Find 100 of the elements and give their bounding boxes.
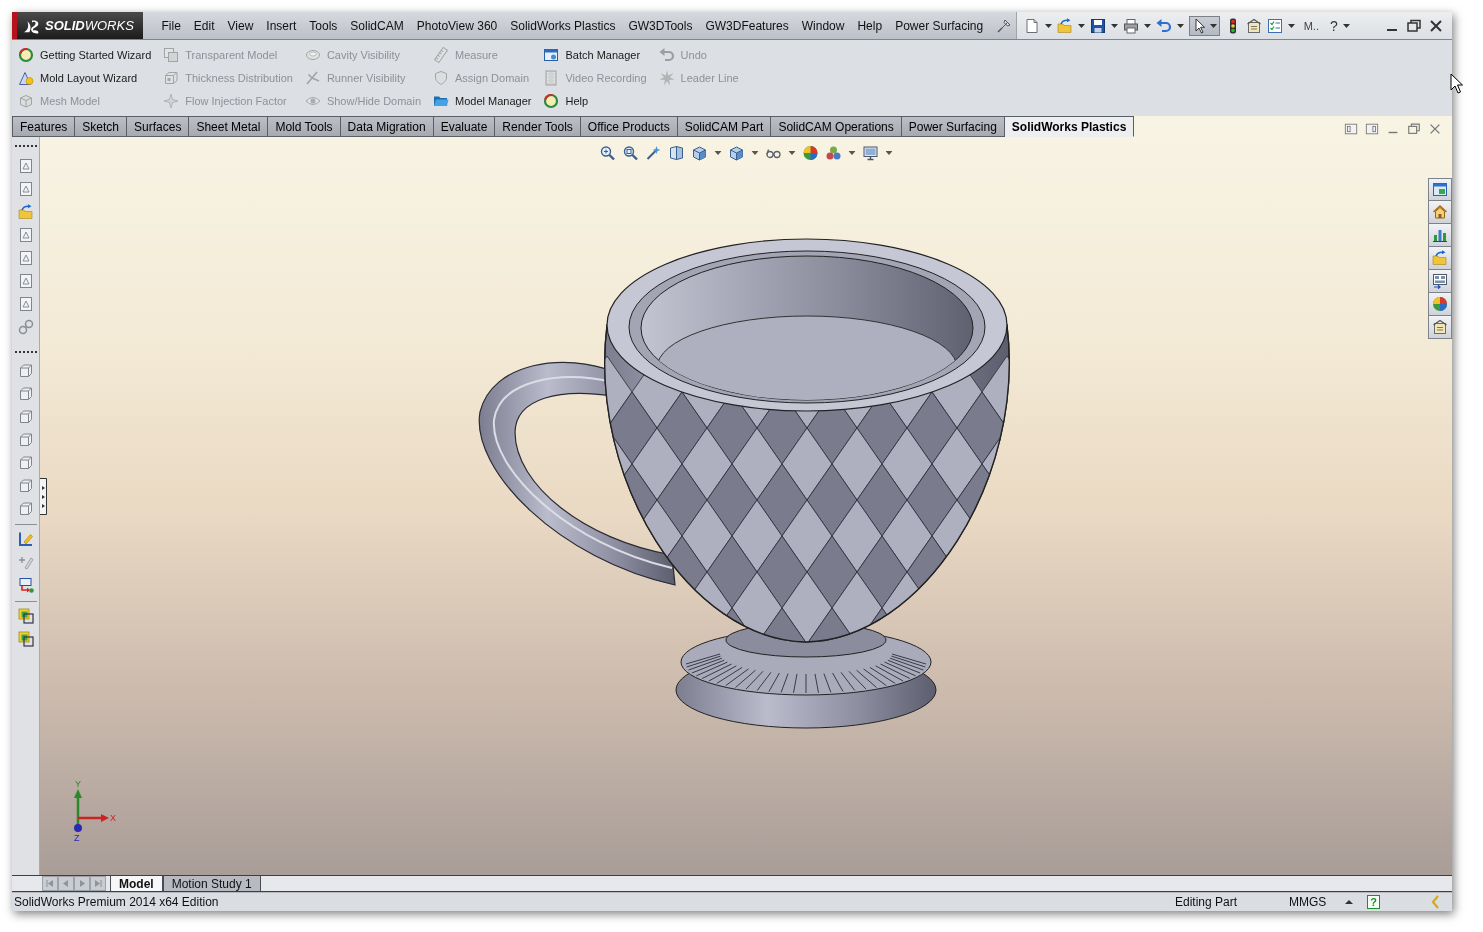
cube-icon[interactable]	[691, 145, 708, 161]
menu-item[interactable]: Insert	[259, 18, 303, 33]
document-icon[interactable]	[1023, 17, 1040, 34]
pencil-icon[interactable]	[17, 531, 34, 547]
command-tab[interactable]: Features	[12, 116, 76, 137]
caret-icon[interactable]	[1342, 23, 1350, 28]
command-tab[interactable]: Sketch	[75, 116, 128, 137]
magnifier-icon[interactable]	[622, 145, 639, 161]
menu-item[interactable]: Power Surfacing	[888, 18, 990, 33]
folder-icon[interactable]	[1056, 17, 1073, 34]
command-tab[interactable]: Surfaces	[127, 116, 190, 137]
cube-icon[interactable]	[17, 409, 34, 425]
magnifier-icon[interactable]	[599, 145, 616, 161]
tile-icon[interactable]	[1344, 121, 1358, 137]
menu-item[interactable]: SolidWorks Plastics	[503, 18, 622, 33]
notepad-icon[interactable]	[1245, 17, 1262, 34]
select-button[interactable]	[1188, 15, 1220, 36]
command-tab[interactable]: SolidCAM Part	[677, 116, 772, 137]
command-tab[interactable]: Power Surfacing	[901, 116, 1005, 137]
command-tab[interactable]: Mold Tools	[268, 116, 341, 137]
task-pane-tab[interactable]	[1428, 270, 1452, 293]
cube-icon[interactable]	[728, 145, 745, 161]
spheres-icon[interactable]	[825, 145, 842, 161]
cube-icon[interactable]	[17, 501, 34, 517]
layers-icon[interactable]	[17, 608, 34, 624]
book-icon[interactable]	[668, 145, 685, 161]
help-button[interactable]: ?	[1367, 895, 1380, 909]
ribbon-command[interactable]: Model Manager	[433, 89, 532, 112]
page-icon[interactable]	[17, 227, 34, 243]
command-tab[interactable]: Data Migration	[340, 116, 434, 137]
task-pane-tab[interactable]	[1428, 293, 1452, 316]
pin-icon[interactable]	[995, 17, 1012, 34]
cube-icon[interactable]	[17, 432, 34, 448]
arrow-icon[interactable]	[17, 577, 34, 593]
task-pane-tab[interactable]	[1428, 316, 1452, 339]
cube-icon[interactable]	[17, 455, 34, 471]
ring-icon	[18, 46, 34, 63]
ribbon-command[interactable]: Help	[543, 89, 647, 112]
restore-icon[interactable]	[1406, 17, 1422, 34]
caret-icon[interactable]	[1077, 23, 1085, 28]
cube-icon[interactable]	[17, 363, 34, 379]
page-icon[interactable]	[17, 273, 34, 289]
toolbar-menu[interactable]: M..	[1303, 19, 1319, 32]
caret-icon[interactable]	[1110, 23, 1118, 28]
menu-item[interactable]: Help	[850, 18, 889, 33]
command-tab[interactable]: Evaluate	[433, 116, 496, 137]
menu-item[interactable]: Window	[795, 18, 851, 33]
tile-icon[interactable]	[1365, 121, 1379, 137]
wand-icon[interactable]	[645, 145, 662, 161]
caret-icon[interactable]	[1176, 23, 1184, 28]
document-tab[interactable]: Model	[110, 876, 163, 891]
printer-icon[interactable]	[1122, 17, 1139, 34]
caret-up-icon[interactable]	[1345, 900, 1353, 904]
layers-icon[interactable]	[17, 631, 34, 647]
save-icon[interactable]	[1089, 17, 1106, 34]
caret-icon[interactable]	[1143, 23, 1151, 28]
checklist-icon[interactable]	[1266, 17, 1283, 34]
menu-item[interactable]: GW3DFeatures	[698, 18, 796, 33]
ribbon-command[interactable]: Getting Started Wizard	[18, 43, 152, 66]
flyout-handle-icon[interactable]	[40, 478, 47, 515]
sphere-icon	[1432, 296, 1448, 312]
task-pane-tab[interactable]	[1428, 224, 1452, 247]
ribbon-command[interactable]: Mold Layout Wizard	[18, 66, 152, 89]
command-tab[interactable]: Render Tools	[495, 116, 581, 137]
menu-item[interactable]: File	[155, 18, 188, 33]
caret-icon[interactable]	[788, 151, 796, 155]
task-pane-tab[interactable]	[1428, 178, 1452, 201]
help-button[interactable]: ?	[1329, 17, 1338, 34]
caret-icon[interactable]	[1287, 23, 1295, 28]
caret-icon[interactable]	[848, 151, 856, 155]
caret-icon[interactable]	[885, 151, 893, 155]
page-icon[interactable]	[17, 296, 34, 312]
ribbon-command[interactable]: Batch Manager	[543, 43, 647, 66]
units-indicator[interactable]: MMGS	[1289, 895, 1345, 909]
task-pane-tab[interactable]	[1428, 201, 1452, 224]
monitor-icon[interactable]	[862, 145, 879, 161]
sphere-icon[interactable]	[802, 145, 819, 161]
menu-item[interactable]: Tools	[302, 18, 344, 33]
document-tab[interactable]: Motion Study 1	[162, 876, 261, 891]
command-tab[interactable]: Sheet Metal	[189, 116, 269, 137]
menu-item[interactable]: GW3DTools	[621, 18, 699, 33]
cube-icon[interactable]	[17, 478, 34, 494]
command-tab[interactable]: SolidWorks Plastics	[1004, 116, 1135, 137]
caret-icon[interactable]	[1044, 23, 1052, 28]
menu-item[interactable]: SolidCAM	[343, 18, 411, 33]
close-icon[interactable]	[1428, 17, 1444, 34]
page-icon[interactable]	[17, 158, 34, 174]
caret-icon[interactable]	[751, 151, 759, 155]
menu-item[interactable]: Edit	[187, 18, 222, 33]
command-tab[interactable]: SolidCAM Operations	[771, 116, 902, 137]
task-pane-tab[interactable]	[1428, 247, 1452, 270]
menu-item[interactable]: View	[221, 18, 260, 33]
page-icon[interactable]	[17, 181, 34, 197]
menu-item[interactable]: PhotoView 360	[410, 18, 504, 33]
command-tab[interactable]: Office Products	[580, 116, 678, 137]
page-icon[interactable]	[17, 250, 34, 266]
folder-icon[interactable]	[17, 204, 34, 220]
cube-icon[interactable]	[17, 386, 34, 402]
caret-icon[interactable]	[714, 151, 722, 155]
undo-icon[interactable]	[1155, 17, 1172, 34]
